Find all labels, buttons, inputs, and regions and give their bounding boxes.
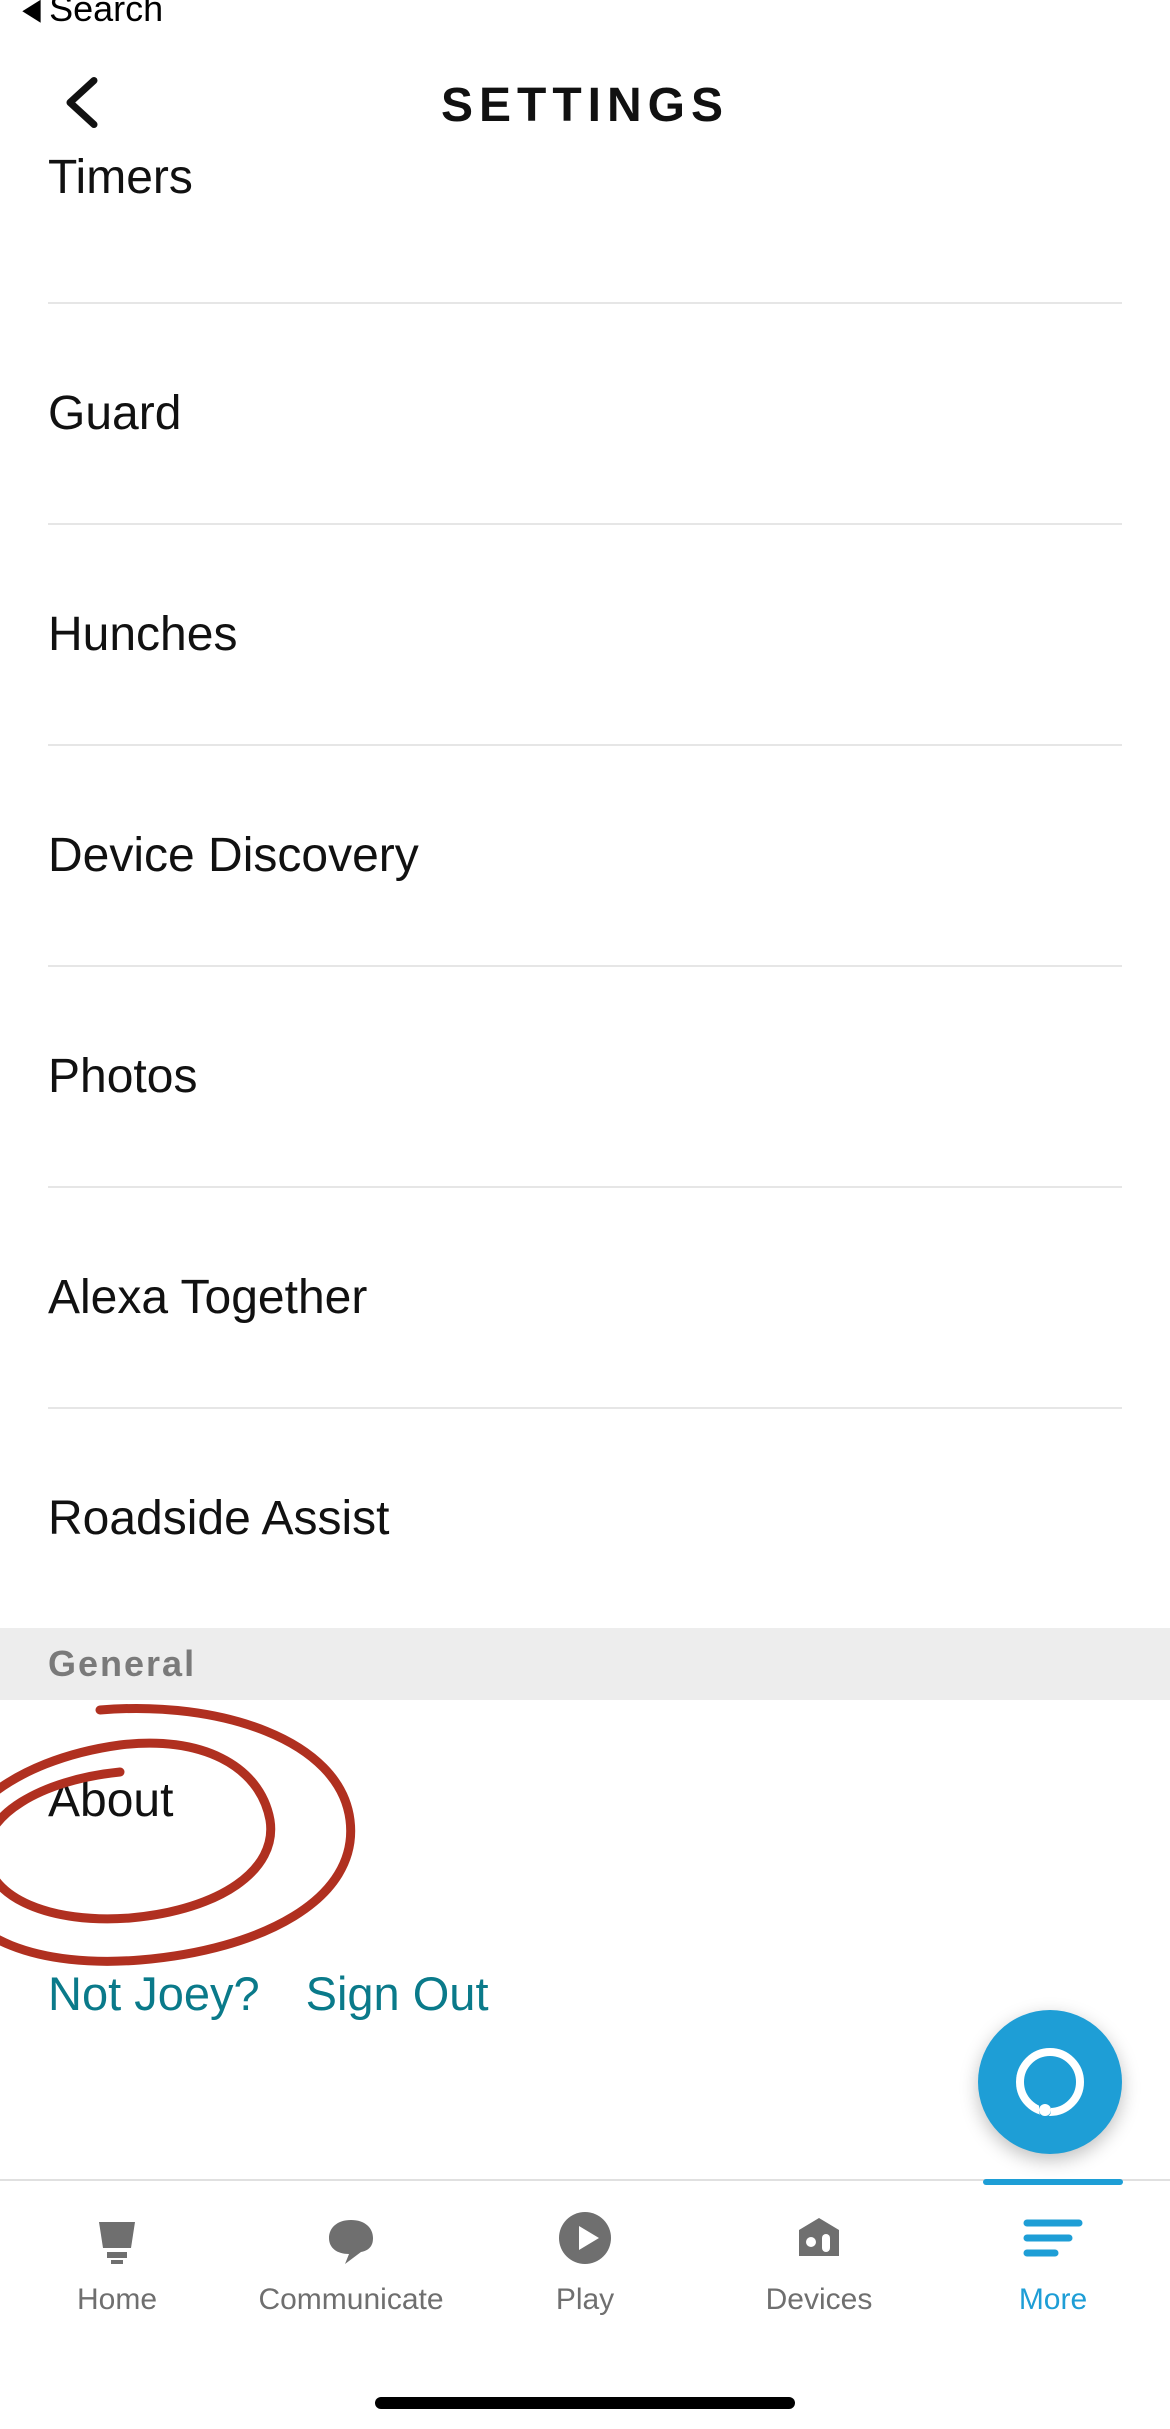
settings-item-label: Alexa Together	[48, 1270, 367, 1325]
tab-communicate[interactable]: Communicate	[234, 2181, 468, 2339]
tab-label: More	[1019, 2283, 1087, 2317]
settings-list: Timers Guard Hunches Device Discovery Ph…	[0, 150, 1170, 2021]
not-user-link[interactable]: Not Joey?	[48, 1966, 260, 2021]
home-icon	[87, 2203, 147, 2273]
settings-item-label: Photos	[48, 1049, 197, 1104]
tab-label: Home	[77, 2283, 157, 2317]
tab-bar: Home Communicate Play Devices More	[0, 2179, 1170, 2339]
settings-item-timers[interactable]: Timers	[48, 150, 1122, 304]
settings-item-alexa-together[interactable]: Alexa Together	[48, 1188, 1122, 1409]
sign-out-link[interactable]: Sign Out	[306, 1966, 489, 2021]
settings-item-label: Timers	[48, 150, 193, 205]
back-button[interactable]	[60, 77, 104, 134]
alexa-icon	[1011, 2043, 1089, 2121]
chevron-left-icon	[60, 77, 104, 129]
communicate-icon	[321, 2203, 381, 2273]
settings-item-roadside-assist[interactable]: Roadside Assist	[48, 1409, 1122, 1628]
section-header-general: General	[0, 1628, 1170, 1700]
tab-play[interactable]: Play	[468, 2181, 702, 2339]
settings-item-label: Hunches	[48, 607, 237, 662]
alexa-fab[interactable]	[978, 2010, 1122, 2154]
footer-links: Not Joey? Sign Out	[0, 1966, 1170, 2021]
tab-label: Devices	[766, 2283, 873, 2317]
header: SETTINGS	[0, 60, 1170, 150]
settings-item-label: Roadside Assist	[48, 1491, 390, 1546]
tab-devices[interactable]: Devices	[702, 2181, 936, 2339]
settings-item-label: Guard	[48, 386, 181, 441]
triangle-left-icon: ◀	[22, 0, 40, 27]
tab-label: Play	[556, 2283, 614, 2317]
settings-item-hunches[interactable]: Hunches	[48, 525, 1122, 746]
search-back-nav[interactable]: ◀ Search	[20, 0, 163, 30]
settings-item-guard[interactable]: Guard	[48, 304, 1122, 525]
tab-label: Communicate	[258, 2283, 443, 2317]
section-header-label: General	[48, 1643, 196, 1685]
home-indicator	[375, 2397, 795, 2409]
settings-item-device-discovery[interactable]: Device Discovery	[48, 746, 1122, 967]
settings-item-label: Device Discovery	[48, 828, 419, 883]
search-label: Search	[49, 0, 163, 30]
settings-item-label: About	[48, 1773, 173, 1828]
tab-home[interactable]: Home	[0, 2181, 234, 2339]
more-icon	[1021, 2203, 1085, 2273]
settings-item-photos[interactable]: Photos	[48, 967, 1122, 1188]
devices-icon	[789, 2203, 849, 2273]
play-icon	[553, 2203, 617, 2273]
tab-more[interactable]: More	[936, 2181, 1170, 2339]
page-title: SETTINGS	[0, 78, 1170, 133]
settings-item-about[interactable]: About	[48, 1700, 1122, 1900]
